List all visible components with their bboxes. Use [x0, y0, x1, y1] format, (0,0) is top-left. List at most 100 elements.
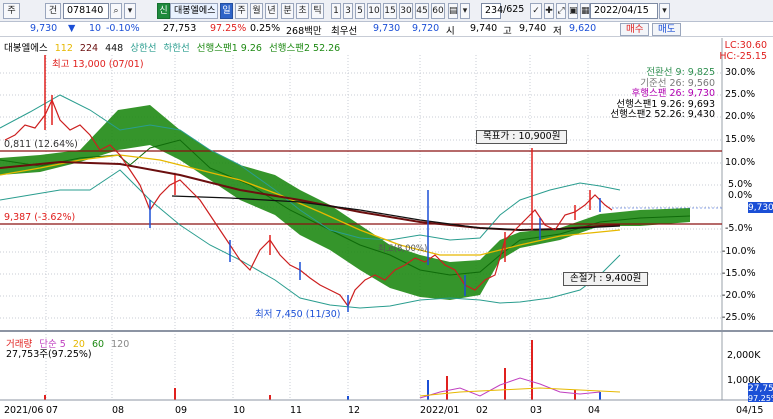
interval-3-button[interactable]: 3 — [343, 3, 353, 19]
save-icon[interactable]: ▣ — [568, 3, 578, 19]
date-03: 03 — [530, 405, 543, 416]
settings-icon[interactable]: ▾ — [460, 3, 470, 19]
date-04-15: 04/15 — [736, 405, 764, 416]
period-second-button[interactable]: 초 — [296, 3, 309, 19]
hc-value: HC:-25.15 — [719, 51, 767, 62]
axis-pct-m5: -5.0% — [725, 223, 753, 234]
check-icon[interactable]: ✓ — [530, 3, 542, 19]
volume-ratio-tag: 97.25% — [748, 394, 773, 403]
sell-button[interactable]: 매도 — [652, 23, 682, 36]
interval-1-button[interactable]: 1 — [331, 3, 341, 19]
current-price-tag: 9,730 — [748, 203, 773, 213]
volume-ma-120: 120 — [111, 339, 130, 350]
volume-ma-60: 60 — [91, 339, 105, 350]
target-price-label[interactable]: 목표가 : 10,900원 — [476, 130, 568, 144]
current-price: 9,730 — [30, 23, 58, 34]
legend-stock-name: 대봉엘에스 — [4, 43, 48, 54]
date-dropdown-icon[interactable]: ▾ — [659, 3, 670, 19]
interval-60-button[interactable]: 60 — [431, 3, 445, 19]
legend-span1: 선행스팬1 9.26 — [196, 43, 262, 54]
date-input[interactable]: 2022/04/15 — [590, 3, 658, 19]
legend-ma-448: 448 — [105, 43, 124, 54]
period-day-button[interactable]: 일 — [220, 3, 233, 19]
date-2021-06: 2021/06 — [4, 405, 44, 416]
legend-ma-224: 224 — [79, 43, 99, 54]
chart-type-icon[interactable]: ▤ — [448, 3, 458, 19]
legend-ma-112: 112 — [54, 43, 73, 54]
indicator-legend: 대봉엘에스 112 224 448 상한선 하한선 선행스팬1 9.26 선행스… — [4, 40, 344, 54]
lc-value: LC:30.60 — [724, 40, 767, 51]
period-week-button[interactable]: 주 — [235, 3, 248, 19]
period-year-button[interactable]: 년 — [265, 3, 278, 19]
axis-pct-m15: -15.0% — [722, 268, 756, 279]
date-02: 02 — [476, 405, 489, 416]
axis-pct-30: 30.0% — [725, 67, 756, 78]
crosshair-icon[interactable]: ✚ — [544, 3, 554, 19]
axis-pct-10: 10.0% — [725, 157, 756, 168]
stock-code-input[interactable]: 078140 — [63, 3, 109, 19]
stop-loss-label[interactable]: 손절가 : 9,400원 — [563, 272, 649, 286]
quote-info-row: 9,730 ▼ 10 -0.10% 27,753 97.25% 0.25% 26… — [0, 22, 773, 37]
buy-button[interactable]: 매수 — [620, 23, 650, 36]
axis-pct-5: 5.0% — [728, 179, 753, 190]
lc-hc-readout: LC:30.60 HC:-25.15 — [719, 40, 767, 62]
down-arrow-icon: ▼ — [68, 23, 76, 34]
search-icon[interactable]: ⌕ — [110, 3, 122, 19]
ichimoku-legend: 전환선 9: 9,825 기준선 26: 9,560 후행스팬 26: 9,73… — [610, 67, 716, 121]
period-minute-button[interactable]: 분 — [281, 3, 294, 19]
mid-label: 최고(8,00%) — [378, 244, 428, 254]
count-input[interactable]: 234 — [481, 3, 503, 19]
stock-name-field[interactable]: 대봉엘에스 — [170, 3, 218, 19]
legend-span2: 선행스팬2 52.26 — [269, 43, 341, 54]
period-month-button[interactable]: 월 — [250, 3, 263, 19]
volume: 27,753 — [163, 23, 197, 34]
volume-tick-2000k: 2,000K — [727, 350, 761, 361]
high-price: 9,740 — [519, 23, 547, 34]
price-change-pct: -0.10% — [106, 23, 140, 34]
interval-45-button[interactable]: 45 — [415, 3, 429, 19]
interval-5-button[interactable]: 5 — [355, 3, 365, 19]
open-price: 9,740 — [470, 23, 498, 34]
price-change: 10 — [89, 23, 102, 34]
axis-pct-20: 20.0% — [725, 111, 756, 122]
high-marker: 최고 13,000 (07/01) — [52, 59, 144, 70]
legend-leading-span2: 선행스팬2 52.26: 9,430 — [610, 109, 715, 120]
axis-pct-m25: -25.0% — [722, 312, 756, 323]
best-bid: 9,720 — [412, 23, 440, 34]
axis-pct-m20: -20.0% — [722, 290, 756, 301]
axis-pct-m10: -10.0% — [722, 246, 756, 257]
level-upper: 0,811 (12.64%) — [4, 139, 78, 150]
volume-current: 27,753주(97.25%) — [6, 349, 92, 360]
high-label: 고 — [503, 26, 512, 37]
level-lower: 9,387 (-3.62%) — [4, 212, 76, 223]
date-12: 12 — [348, 405, 361, 416]
interval-30-button[interactable]: 30 — [399, 3, 413, 19]
period-tick-button[interactable]: 틱 — [311, 3, 324, 19]
interval-15-button[interactable]: 15 — [383, 3, 397, 19]
toolbar: 주 건 078140 ⌕ ▾ 신 대봉엘에스 일 주 월 년 분 초 틱 1 3… — [0, 0, 773, 22]
period-toggle-button[interactable]: 주 — [3, 3, 20, 19]
legend-conversion-line: 전환선 9: 9,825 — [646, 67, 715, 78]
date-11: 11 — [290, 405, 303, 416]
legend-lagging-span: 후행스팬 26: 9,730 — [631, 88, 716, 99]
legend-lower-band: 하한선 — [163, 43, 190, 54]
stock-search-button[interactable]: 건 — [45, 3, 61, 19]
best-ask: 9,730 — [373, 23, 401, 34]
best-quote-label: 최우선 — [331, 26, 358, 37]
volume-ratio: 97.25% — [210, 23, 247, 34]
credit-badge: 신 — [157, 3, 170, 19]
date-10: 10 — [233, 405, 246, 416]
axis-pct-0: 0.0% — [728, 190, 753, 201]
expand-icon[interactable]: ⤢ — [556, 3, 566, 19]
axis-pct-15: 15.0% — [725, 134, 756, 145]
calendar-icon[interactable]: ▦ — [580, 3, 590, 19]
count-total: /625 — [503, 4, 525, 15]
date-09: 09 — [175, 405, 188, 416]
legend-upper-band: 상한선 — [130, 43, 157, 54]
dropdown-icon[interactable]: ▾ — [124, 3, 136, 19]
axis-pct-25: 25.0% — [725, 89, 756, 100]
date-08: 08 — [112, 405, 125, 416]
low-marker: 최저 7,450 (11/30) — [255, 309, 341, 320]
interval-10-button[interactable]: 10 — [367, 3, 381, 19]
date-04: 04 — [588, 405, 601, 416]
